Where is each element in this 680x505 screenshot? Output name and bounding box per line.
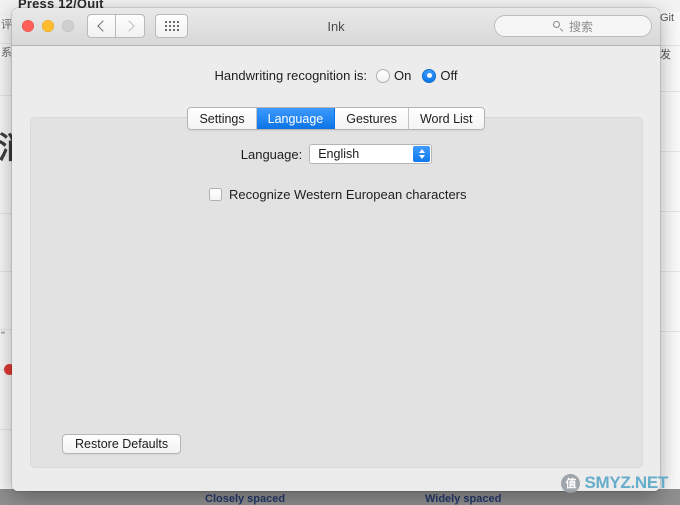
search-input[interactable]: 搜索	[494, 15, 652, 37]
watermark-badge-icon: 值	[561, 473, 581, 493]
tab-bar: Settings Language Gestures Word List	[12, 107, 660, 130]
background-right-cell	[658, 92, 680, 152]
tab-word-list[interactable]: Word List	[408, 108, 484, 129]
background-right-cell: 发	[658, 46, 680, 92]
language-selected-value: English	[318, 147, 360, 161]
radio-on-label: On	[394, 68, 412, 83]
search-icon	[552, 20, 564, 32]
search-placeholder: 搜索	[568, 19, 593, 34]
western-european-checkbox-label: Recognize Western European characters	[229, 187, 467, 202]
chevron-up-down-icon	[413, 146, 431, 162]
restore-defaults-button[interactable]: Restore Defaults	[62, 434, 182, 454]
tab-language[interactable]: Language	[256, 108, 336, 129]
handwriting-recognition-label: Handwriting recognition is:	[214, 68, 367, 83]
watermark-text: SMYZ.NET	[584, 473, 668, 492]
radio-option-off[interactable]: Off	[422, 68, 457, 83]
background-right-cell	[658, 152, 680, 212]
handwriting-recognition-row: Handwriting recognition is: On Off	[12, 68, 660, 83]
language-row: Language: English	[30, 144, 643, 164]
screenshot-root: Press 12/Quit 评 系 " 消 Git 发 Closely spac…	[0, 0, 680, 505]
background-bottom-label-closely: Closely spaced	[205, 493, 286, 505]
window-titlebar[interactable]: Ink 搜索	[12, 8, 660, 46]
language-select[interactable]: English	[309, 144, 433, 164]
radio-option-on[interactable]: On	[376, 68, 411, 83]
handwriting-radio-group: On Off	[376, 68, 457, 83]
tab-settings[interactable]: Settings	[188, 108, 257, 129]
background-right-cell	[658, 212, 680, 272]
ink-window: Ink 搜索 Handwriting recognition is: On Of…	[12, 8, 660, 491]
radio-off-label: Off	[440, 68, 458, 83]
background-right-cell	[658, 272, 680, 332]
background-right-column: Git 发	[657, 12, 680, 505]
window-body: Handwriting recognition is: On Off Setti…	[12, 46, 660, 491]
background-bottom-label-widely: Widely spaced	[425, 493, 502, 505]
tab-gestures[interactable]: Gestures	[335, 108, 409, 129]
language-label: Language:	[240, 146, 303, 162]
watermark: 值 SMYZ.NET	[561, 473, 668, 493]
language-tab-panel: Language: English Recognize Western Euro…	[30, 117, 643, 468]
radio-off-icon	[422, 68, 437, 83]
radio-on-icon	[376, 68, 390, 83]
western-european-checkbox[interactable]	[209, 188, 222, 201]
western-european-checkbox-row[interactable]: Recognize Western European characters	[209, 187, 467, 202]
background-right-cell: Git	[658, 12, 680, 46]
tab-group: Settings Language Gestures Word List	[187, 107, 485, 130]
